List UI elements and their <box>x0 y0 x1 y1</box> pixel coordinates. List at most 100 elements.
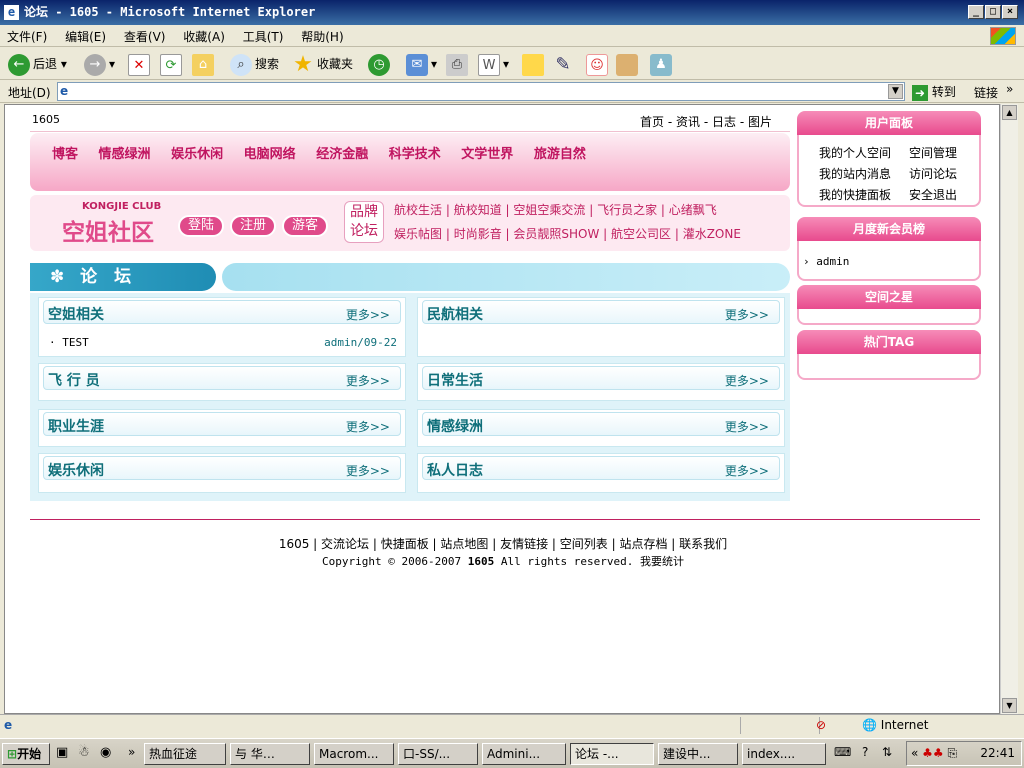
category-literature[interactable]: 文学世界 <box>461 147 513 162</box>
footer-link[interactable]: 友情链接 <box>500 537 548 551</box>
task-button[interactable]: 热血征途 <box>144 743 226 765</box>
user-link-messages[interactable]: 我的站内消息 <box>819 164 909 185</box>
more-link[interactable]: 更多>> <box>346 306 390 323</box>
search-button[interactable]: ⌕ 搜索 <box>230 52 279 76</box>
nav-blog[interactable]: 日志 <box>712 115 736 129</box>
forum-box-title[interactable]: 私人日志 <box>427 460 483 480</box>
more-link[interactable]: 更多>> <box>725 372 769 389</box>
category-finance[interactable]: 经济金融 <box>316 147 368 162</box>
footer-link[interactable]: 空间列表 <box>560 537 608 551</box>
brand-link[interactable]: 空姐空乘交流 <box>513 203 585 217</box>
more-link[interactable]: 更多>> <box>346 418 390 435</box>
start-button[interactable]: ⊞开始 <box>2 743 50 765</box>
more-link[interactable]: 更多>> <box>725 306 769 323</box>
scroll-up-icon[interactable]: ▲ <box>1002 105 1017 120</box>
edit-button[interactable]: W ▾ <box>478 52 509 76</box>
back-button[interactable]: ← 后退 ▾ <box>8 52 67 76</box>
address-dropdown-icon[interactable]: ▼ <box>888 84 903 99</box>
nav-photos[interactable]: 图片 <box>748 115 772 129</box>
refresh-button[interactable]: ⟳ <box>160 52 185 76</box>
brand-link[interactable]: 航空公司区 <box>611 227 671 241</box>
task-button[interactable]: Macrom... <box>314 743 394 765</box>
chevron-right-icon[interactable]: » <box>1006 82 1013 96</box>
task-button[interactable]: 建设中... <box>658 743 738 765</box>
task-button[interactable]: 口-SS/... <box>398 743 478 765</box>
address-input[interactable]: e ▼ <box>57 82 905 101</box>
footer-link[interactable]: 1605 <box>279 537 310 551</box>
forum-box-title[interactable]: 日常生活 <box>427 370 483 390</box>
scroll-down-icon[interactable]: ▼ <box>1002 698 1017 713</box>
maximize-button[interactable]: □ <box>985 5 1001 19</box>
task-button[interactable]: index.... <box>742 743 826 765</box>
tools-button[interactable] <box>616 52 641 76</box>
minimize-button[interactable]: _ <box>968 5 984 19</box>
task-button-active[interactable]: 论坛 -... <box>570 743 654 765</box>
users-button[interactable]: ♟ <box>650 52 675 76</box>
register-button[interactable]: 注册 <box>230 215 276 237</box>
user-link-panel[interactable]: 我的快捷面板 <box>819 185 909 206</box>
category-entertainment[interactable]: 娱乐休闲 <box>171 147 223 162</box>
quicklaunch-more-icon[interactable]: » <box>128 745 135 759</box>
menu-tools[interactable]: 工具(T) <box>236 25 291 48</box>
vertical-scrollbar[interactable]: ▲ ▼ <box>1000 104 1018 714</box>
print-button[interactable]: ⎙ <box>446 52 471 76</box>
home-button[interactable]: ⌂ <box>192 52 217 76</box>
forum-box-title[interactable]: 职业生涯 <box>48 416 104 436</box>
more-link[interactable]: 更多>> <box>725 418 769 435</box>
quicklaunch-media-icon[interactable]: ◉ <box>100 745 111 760</box>
user-link-forum[interactable]: 访问论坛 <box>909 167 957 181</box>
brand-link[interactable]: 娱乐帖图 <box>394 227 442 241</box>
brand-link[interactable]: 会员靓照SHOW <box>513 227 599 241</box>
brand-link[interactable]: 时尚影音 <box>454 227 502 241</box>
tray-qq-icon[interactable]: ♣♣ <box>922 746 944 760</box>
forum-box-title[interactable]: 情感绿洲 <box>427 416 483 436</box>
nav-news[interactable]: 资讯 <box>676 115 700 129</box>
category-travel[interactable]: 旅游自然 <box>534 147 586 162</box>
post-title[interactable]: TEST <box>62 336 89 349</box>
tray-expand-icon[interactable]: « <box>911 746 918 760</box>
category-computer[interactable]: 电脑网络 <box>244 147 296 162</box>
brand-link[interactable]: 飞行员之家 <box>597 203 657 217</box>
mail-button[interactable]: ✉ ▾ <box>406 52 437 76</box>
more-link[interactable]: 更多>> <box>346 462 390 479</box>
user-link-logout[interactable]: 安全退出 <box>909 188 957 202</box>
category-science[interactable]: 科学技术 <box>389 147 441 162</box>
brand-link[interactable]: 灌水ZONE <box>683 227 741 241</box>
guest-button[interactable]: 游客 <box>282 215 328 237</box>
favorites-button[interactable]: ★ 收藏夹 <box>292 52 353 76</box>
stop-button[interactable]: ✕ <box>128 52 153 76</box>
post-row[interactable]: · TEST <box>49 336 89 349</box>
task-button[interactable]: 与 华… <box>230 743 310 765</box>
menu-edit[interactable]: 编辑(E) <box>58 25 113 48</box>
go-button[interactable]: ➜ 转到 <box>912 82 956 102</box>
history-button[interactable]: ◷ <box>368 52 393 76</box>
forum-box-title[interactable]: 娱乐休闲 <box>48 460 104 480</box>
user-link-manage[interactable]: 空间管理 <box>909 146 957 160</box>
forum-box-title[interactable]: 民航相关 <box>427 304 483 324</box>
member-item[interactable]: › admin <box>803 255 849 268</box>
user-link-space[interactable]: 我的个人空间 <box>819 143 909 164</box>
brand-link[interactable]: 航校生活 <box>394 203 442 217</box>
quicklaunch-qq-icon[interactable]: ☃ <box>78 745 90 760</box>
brand-link[interactable]: 心绪飘飞 <box>669 203 717 217</box>
links-button[interactable]: 链接 <box>974 84 998 101</box>
footer-link[interactable]: 站点存档 <box>619 537 667 551</box>
note-button[interactable] <box>522 52 547 76</box>
more-link[interactable]: 更多>> <box>725 462 769 479</box>
menu-view[interactable]: 查看(V) <box>117 25 173 48</box>
quicklaunch-desktop-icon[interactable]: ▣ <box>56 745 68 760</box>
footer-link[interactable]: 联系我们 <box>679 537 727 551</box>
menu-help[interactable]: 帮助(H) <box>294 25 350 48</box>
forum-box-title[interactable]: 空姐相关 <box>48 304 104 324</box>
messenger-button[interactable]: ✎ <box>552 52 577 76</box>
kitty-button[interactable]: ☺ <box>586 52 611 76</box>
brand-link[interactable]: 航校知道 <box>454 203 502 217</box>
keyboard-icon[interactable]: ⌨ <box>834 745 851 759</box>
nav-home[interactable]: 首页 <box>640 115 664 129</box>
tray-network-icon[interactable]: ⎘ <box>948 746 958 760</box>
login-button[interactable]: 登陆 <box>178 215 224 237</box>
menu-file[interactable]: 文件(F) <box>0 25 54 48</box>
forum-box-title[interactable]: 飞 行 员 <box>48 370 100 390</box>
language-icon[interactable]: ⇅ <box>882 745 892 759</box>
menu-favorites[interactable]: 收藏(A) <box>176 25 232 48</box>
